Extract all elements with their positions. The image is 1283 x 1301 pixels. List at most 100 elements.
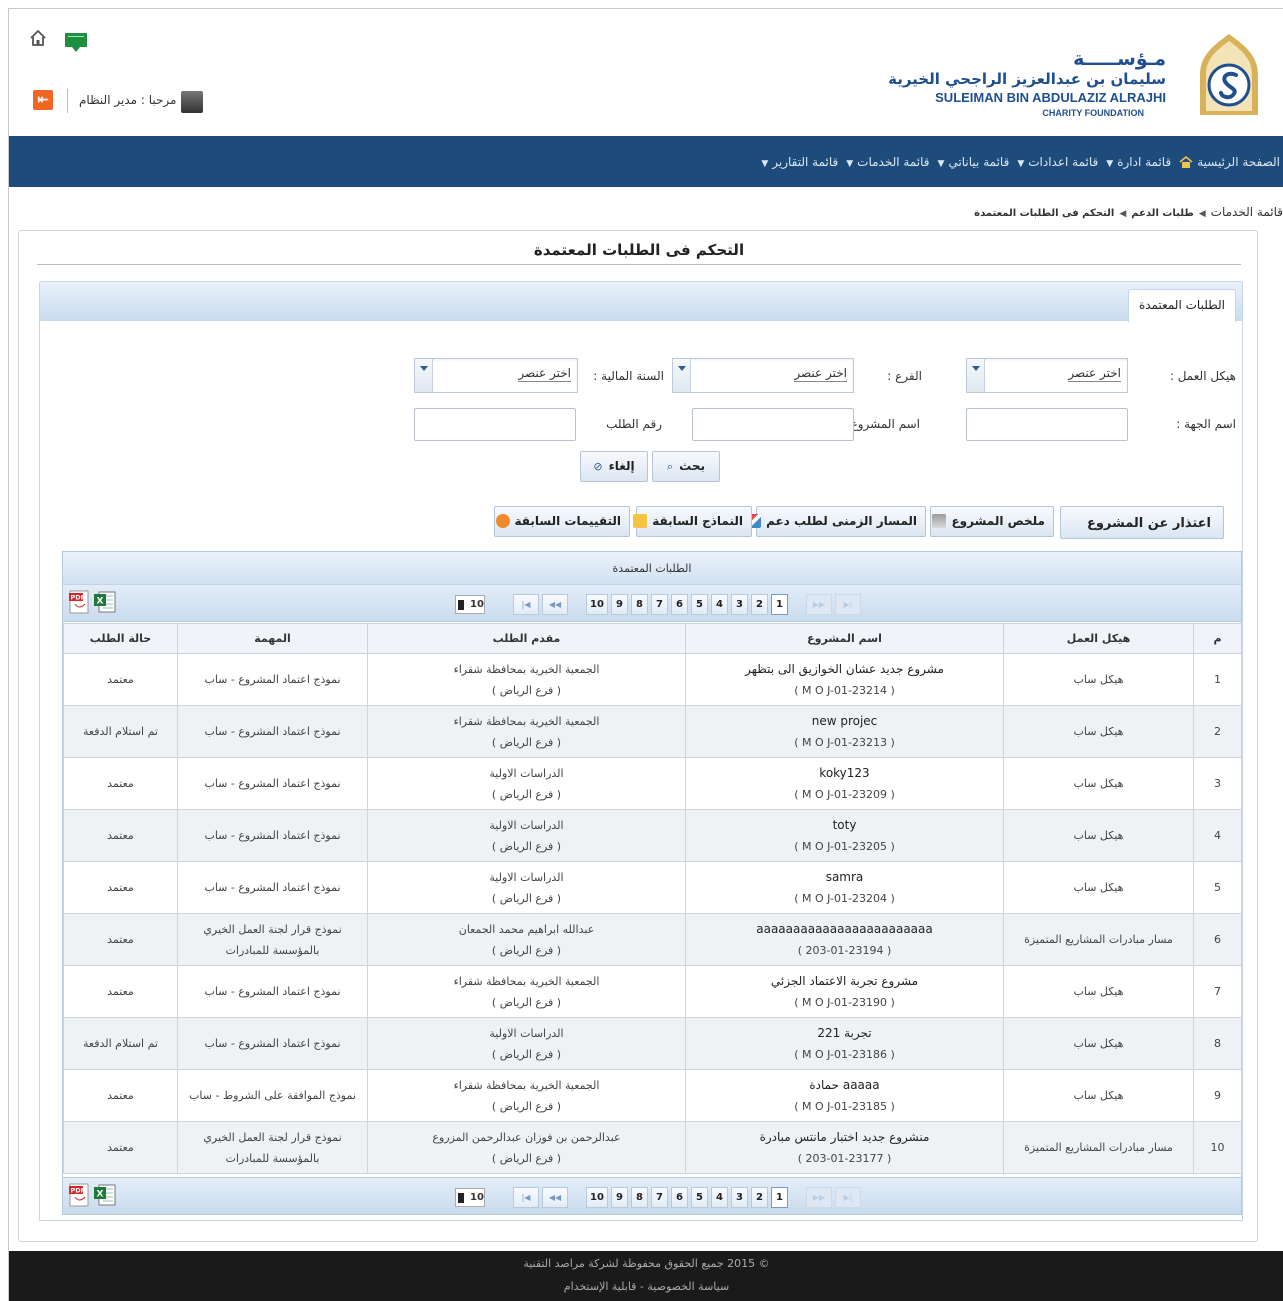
fiscal-year-select[interactable]: اختر عنصر — [414, 358, 578, 393]
project-name[interactable]: aaaaaaaaaaaaaaaaaaaaaaaa — [686, 919, 1003, 940]
page-button[interactable]: 8 — [630, 1187, 648, 1208]
table-row[interactable]: 1 هيكل ساب مشروع جديد عشان الخوازيق الى بت… — [63, 653, 1242, 706]
previous-forms-button[interactable]: النماذج السابقة — [633, 506, 752, 537]
row-project: samra ( M O J-01-23204 ) — [685, 861, 1004, 914]
nav-services-menu[interactable]: قائمة الخدمات▼ — [842, 155, 933, 169]
column-header[interactable]: اسم المشروع — [685, 623, 1004, 654]
pdf-export-icon[interactable]: PDF — [69, 1183, 89, 1207]
table-row[interactable]: 7 هيكل ساب مشروع تجربة الاعتماد الجزئي ( M … — [63, 965, 1242, 1018]
table-row[interactable]: 4 هيكل ساب toty ( M O J-01-23205 ) الدراسات … — [63, 809, 1242, 862]
breadcrumb-support-requests[interactable]: طلبات الدعم — [1131, 208, 1194, 219]
column-header[interactable]: هيكل العمل — [1003, 623, 1194, 654]
breadcrumb-services[interactable]: قائمة الخدمات — [1211, 205, 1283, 219]
project-name-input[interactable] — [692, 408, 854, 441]
page-button[interactable]: 8 — [630, 594, 648, 615]
column-header[interactable]: مقدم الطلب — [367, 623, 686, 654]
copyright-text: © 2015 جميع الحقوق محفوظة لشركة مراصد ال… — [523, 1257, 770, 1270]
project-name[interactable]: aaaaa حمادة — [686, 1075, 1003, 1096]
page-button[interactable]: 5 — [690, 594, 708, 615]
project-name[interactable]: new projec — [686, 711, 1003, 732]
page-size-select[interactable]: 10 — [455, 595, 485, 614]
nav-mydata-menu[interactable]: قائمة بياناتي▼ — [934, 155, 1014, 169]
project-summary-button[interactable]: ملخص المشروع — [930, 506, 1054, 537]
page-button[interactable]: 6 — [670, 594, 688, 615]
page-button[interactable]: 10 — [586, 594, 608, 615]
page-button[interactable]: 6 — [670, 1187, 688, 1208]
page-button[interactable]: 5 — [690, 1187, 708, 1208]
page-button[interactable]: 7 — [650, 594, 668, 615]
pager-bottom: PDF X 10 |◀ ◀◀ 10 9 8 7 6 5 4 3 2 1 ▶▶ ▶… — [63, 1177, 1241, 1214]
current-page-button[interactable]: 1 — [770, 594, 788, 615]
cancel-button[interactable]: إلغاء ⊘ — [580, 451, 648, 482]
search-button[interactable]: بحث ⌕ — [652, 451, 720, 482]
project-code: ( M O J-01-23204 ) — [794, 891, 895, 905]
timeline-button[interactable]: المسار الزمنى لطلب دعم — [747, 506, 926, 537]
applicant-name: الدراسات الاولية — [489, 870, 564, 884]
request-number-input[interactable] — [414, 408, 576, 441]
column-header[interactable]: المهمة — [177, 623, 368, 654]
excel-export-icon[interactable]: X — [93, 590, 117, 614]
saudi-flag-icon[interactable] — [65, 33, 87, 52]
tab-approved-requests[interactable]: الطلبات المعتمدة — [1127, 289, 1236, 322]
project-name[interactable]: مشروع جديد عشان الخوازيق الى بتظهر — [686, 659, 1003, 680]
current-page-button[interactable]: 1 — [770, 1187, 788, 1208]
table-row[interactable]: 6 مسار مبادرات المشاريع المتميزة aaaaaaaaa… — [63, 913, 1242, 966]
project-name[interactable]: toty — [686, 815, 1003, 836]
previous-page-button[interactable]: ◀◀ — [542, 594, 568, 615]
table-row[interactable]: 2 هيكل ساب new projec ( M O J-01-23213 ) الج… — [63, 705, 1242, 758]
foundation-logo-emblem — [1200, 34, 1258, 115]
first-page-button[interactable]: |◀ — [513, 594, 539, 615]
column-header[interactable]: م — [1193, 623, 1242, 654]
table-row[interactable]: 10 مسار مبادرات المشاريع المتميزة منشروع ج… — [63, 1121, 1242, 1174]
column-header[interactable]: حالة الطلب — [63, 623, 178, 654]
logo-english-line2: CHARITY FOUNDATION — [1042, 108, 1144, 118]
nav-reports-menu[interactable]: قائمة التقارير▼ — [757, 155, 842, 169]
home-icon[interactable] — [29, 29, 47, 47]
row-task: نموذج اعتماد المشروع - ساب — [177, 965, 368, 1018]
user-avatar — [181, 91, 203, 113]
nav-settings-label: قائمة اعدادات — [1028, 154, 1099, 169]
work-structure-select[interactable]: اختر عنصر — [966, 358, 1128, 393]
page-button[interactable]: 4 — [710, 1187, 728, 1208]
branch-select[interactable]: اختر عنصر — [672, 358, 854, 393]
row-status: تم استلام الدفعة — [63, 705, 178, 758]
previous-evaluations-button[interactable]: التقييمات السابقة — [494, 506, 630, 537]
row-applicant: الدراسات الاولية ( فرع الرياض ) — [367, 809, 686, 862]
project-name[interactable]: koky123 — [686, 763, 1003, 784]
page-button[interactable]: 3 — [730, 594, 748, 615]
nav-admin-menu[interactable]: قائمة ادارة▼ — [1102, 155, 1175, 169]
first-page-button[interactable]: |◀ — [513, 1187, 539, 1208]
page-size-select[interactable]: 10 — [455, 1188, 485, 1207]
table-row[interactable]: 5 هيكل ساب samra ( M O J-01-23204 ) الدراسات… — [63, 861, 1242, 914]
previous-evaluations-label: التقييمات السابقة — [514, 514, 622, 528]
page-button[interactable]: 9 — [610, 594, 628, 615]
page-button[interactable]: 2 — [750, 594, 768, 615]
nav-home[interactable]: الصفحة الرئيسية — [1175, 155, 1283, 169]
logout-icon[interactable]: ⇤ — [33, 90, 53, 110]
work-structure-label: هيكل العمل : — [1169, 369, 1236, 383]
project-name[interactable]: تجربة 221 — [686, 1023, 1003, 1044]
previous-page-button[interactable]: ◀◀ — [542, 1187, 568, 1208]
page-button[interactable]: 4 — [710, 594, 728, 615]
entity-name-input[interactable] — [966, 408, 1128, 441]
row-project: aaaaaaaaaaaaaaaaaaaaaaaa ( 203-01-23194 ) — [685, 913, 1004, 966]
project-name[interactable]: samra — [686, 867, 1003, 888]
pdf-export-icon[interactable]: PDF — [69, 590, 89, 614]
page-button[interactable]: 7 — [650, 1187, 668, 1208]
nav-settings-menu[interactable]: قائمة اعدادات▼ — [1013, 155, 1102, 169]
project-name[interactable]: منشروع جديد اختبار مانتس مبادرة — [686, 1127, 1003, 1148]
page-button[interactable]: 10 — [586, 1187, 608, 1208]
page-button[interactable]: 2 — [750, 1187, 768, 1208]
project-code: ( M O J-01-23209 ) — [794, 787, 895, 801]
page-button[interactable]: 9 — [610, 1187, 628, 1208]
caret-down-icon: ▼ — [1017, 158, 1025, 169]
table-row[interactable]: 3 هيكل ساب koky123 ( M O J-01-23209 ) الدراس… — [63, 757, 1242, 810]
table-row[interactable]: 8 هيكل ساب تجربة 221 ( M O J-01-23186 ) الدر… — [63, 1017, 1242, 1070]
page-button[interactable]: 3 — [730, 1187, 748, 1208]
apologize-project-button[interactable]: اعتذار عن المشروع — [1060, 506, 1224, 539]
fiscal-year-label: السنة المالية : — [593, 369, 664, 383]
table-row[interactable]: 9 هيكل ساب aaaaa حمادة ( M O J-01-23185 ) ال… — [63, 1069, 1242, 1122]
project-name[interactable]: مشروع تجربة الاعتماد الجزئي — [686, 971, 1003, 992]
footer-links[interactable]: سياسة الخصوصية - قابلية الإستخدام — [9, 1280, 1283, 1293]
excel-export-icon[interactable]: X — [93, 1183, 117, 1207]
